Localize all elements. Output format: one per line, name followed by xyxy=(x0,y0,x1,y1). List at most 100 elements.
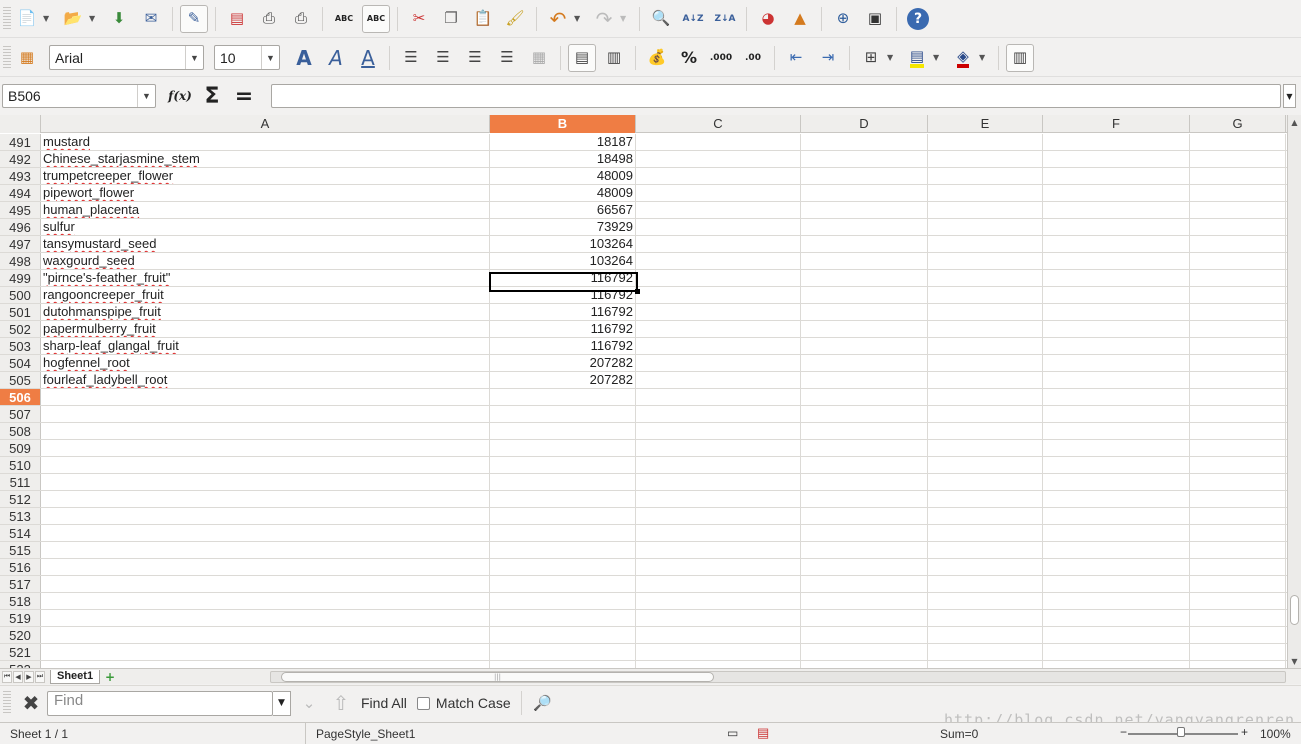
cell-a[interactable] xyxy=(41,474,490,490)
cell-b[interactable]: 48009 xyxy=(490,168,636,184)
cell-g[interactable] xyxy=(1190,440,1286,456)
cell-a[interactable] xyxy=(41,423,490,439)
spellcheck-button[interactable]: ABC xyxy=(330,5,358,33)
cell-e[interactable] xyxy=(928,338,1043,354)
horizontal-scroll-thumb[interactable]: ||| xyxy=(281,672,714,682)
cell-f[interactable] xyxy=(1043,372,1190,388)
cell-d[interactable] xyxy=(801,593,928,609)
match-case-label[interactable]: Match Case xyxy=(436,695,511,711)
cell-g[interactable] xyxy=(1190,168,1286,184)
cell-e[interactable] xyxy=(928,457,1043,473)
font-color-dropdown[interactable]: ▼ xyxy=(979,53,989,62)
cell-b[interactable]: 207282 xyxy=(490,372,636,388)
cell-d[interactable] xyxy=(801,406,928,422)
cell-d[interactable] xyxy=(801,457,928,473)
open-button[interactable]: 📂 xyxy=(59,5,87,33)
cell-b[interactable]: 207282 xyxy=(490,355,636,371)
row-header[interactable]: 496 xyxy=(0,219,41,235)
cell-d[interactable] xyxy=(801,559,928,575)
cell-b[interactable] xyxy=(490,525,636,541)
cell-g[interactable] xyxy=(1190,338,1286,354)
add-sheet-icon[interactable]: + xyxy=(102,670,118,684)
cell-g[interactable] xyxy=(1190,610,1286,626)
copy-button[interactable]: ❐ xyxy=(437,5,465,33)
delete-decimal-button[interactable]: .00 xyxy=(739,44,767,72)
clone-formatting-button[interactable]: 🖌 xyxy=(501,5,529,33)
cell-e[interactable] xyxy=(928,423,1043,439)
cell-g[interactable] xyxy=(1190,134,1286,150)
font-size-combo[interactable]: 10 ▼ xyxy=(214,45,280,70)
cell-g[interactable] xyxy=(1190,593,1286,609)
cell-e[interactable] xyxy=(928,219,1043,235)
chevron-down-icon[interactable]: ▼ xyxy=(137,85,155,107)
cell-a[interactable]: sulfur xyxy=(41,219,490,235)
auto-spellcheck-button[interactable]: ABC xyxy=(362,4,390,33)
cell-c[interactable] xyxy=(636,406,801,422)
cell-a[interactable]: "pirnce's-feather_fruit" xyxy=(41,270,490,286)
cell-c[interactable] xyxy=(636,610,801,626)
cell-c[interactable] xyxy=(636,253,801,269)
cell-b[interactable] xyxy=(490,593,636,609)
percent-button[interactable]: % xyxy=(675,44,703,72)
column-header-b[interactable]: B xyxy=(490,115,636,133)
toolbar-grip[interactable] xyxy=(3,691,11,715)
cell-e[interactable] xyxy=(928,542,1043,558)
row-header[interactable]: 509 xyxy=(0,440,41,456)
column-header-a[interactable]: A xyxy=(41,115,490,133)
cell-b[interactable]: 103264 xyxy=(490,236,636,252)
underline-button[interactable]: A xyxy=(354,44,382,72)
cell-e[interactable] xyxy=(928,576,1043,592)
cell-g[interactable] xyxy=(1190,457,1286,473)
cell-c[interactable] xyxy=(636,168,801,184)
row-header[interactable]: 505 xyxy=(0,372,41,388)
cell-c[interactable] xyxy=(636,134,801,150)
cell-d[interactable] xyxy=(801,491,928,507)
cell-d[interactable] xyxy=(801,644,928,660)
cell-g[interactable] xyxy=(1190,219,1286,235)
cell-g[interactable] xyxy=(1190,202,1286,218)
cell-d[interactable] xyxy=(801,219,928,235)
cell-a[interactable] xyxy=(41,644,490,660)
redo-button[interactable]: ↷ xyxy=(590,5,618,33)
cell-f[interactable] xyxy=(1043,576,1190,592)
scroll-up-icon[interactable]: ▲ xyxy=(1288,115,1301,129)
undo-button[interactable]: ↶ xyxy=(544,5,572,33)
row-header[interactable]: 513 xyxy=(0,508,41,524)
cell-f[interactable] xyxy=(1043,253,1190,269)
cell-g[interactable] xyxy=(1190,474,1286,490)
cell-e[interactable] xyxy=(928,253,1043,269)
cell-a[interactable] xyxy=(41,627,490,643)
cell-e[interactable] xyxy=(928,185,1043,201)
cell-c[interactable] xyxy=(636,474,801,490)
cell-f[interactable] xyxy=(1043,304,1190,320)
cell-g[interactable] xyxy=(1190,304,1286,320)
cell-e[interactable] xyxy=(928,525,1043,541)
cut-button[interactable]: ✂ xyxy=(405,5,433,33)
formula-input[interactable] xyxy=(271,84,1281,108)
borders-dropdown[interactable]: ▼ xyxy=(887,53,897,62)
match-case-checkbox[interactable] xyxy=(416,696,430,710)
navigator-button[interactable]: 🔍 xyxy=(647,5,675,33)
cell-f[interactable] xyxy=(1043,440,1190,456)
row-header[interactable]: 507 xyxy=(0,406,41,422)
background-color-dropdown[interactable]: ▼ xyxy=(933,53,943,62)
vertical-scroll-thumb[interactable] xyxy=(1290,595,1299,625)
cell-f[interactable] xyxy=(1043,491,1190,507)
row-header[interactable]: 501 xyxy=(0,304,41,320)
cell-e[interactable] xyxy=(928,440,1043,456)
row-header[interactable]: 497 xyxy=(0,236,41,252)
cell-b[interactable]: 66567 xyxy=(490,202,636,218)
cell-g[interactable] xyxy=(1190,661,1286,668)
find-input[interactable]: Find xyxy=(47,690,273,716)
cell-a[interactable] xyxy=(41,440,490,456)
zoom-out-icon[interactable]: − xyxy=(1120,725,1127,739)
save-button[interactable]: ⬇ xyxy=(105,5,133,33)
cell-e[interactable] xyxy=(928,202,1043,218)
cell-g[interactable] xyxy=(1190,423,1286,439)
cell-g[interactable] xyxy=(1190,491,1286,507)
spreadsheet-grid[interactable]: A B C D E F G 491 mustard 18187 492 Chinese_… xyxy=(0,115,1287,668)
row-header[interactable]: 506 xyxy=(0,389,41,405)
cell-b[interactable] xyxy=(490,440,636,456)
cell-f[interactable] xyxy=(1043,406,1190,422)
cell-f[interactable] xyxy=(1043,355,1190,371)
